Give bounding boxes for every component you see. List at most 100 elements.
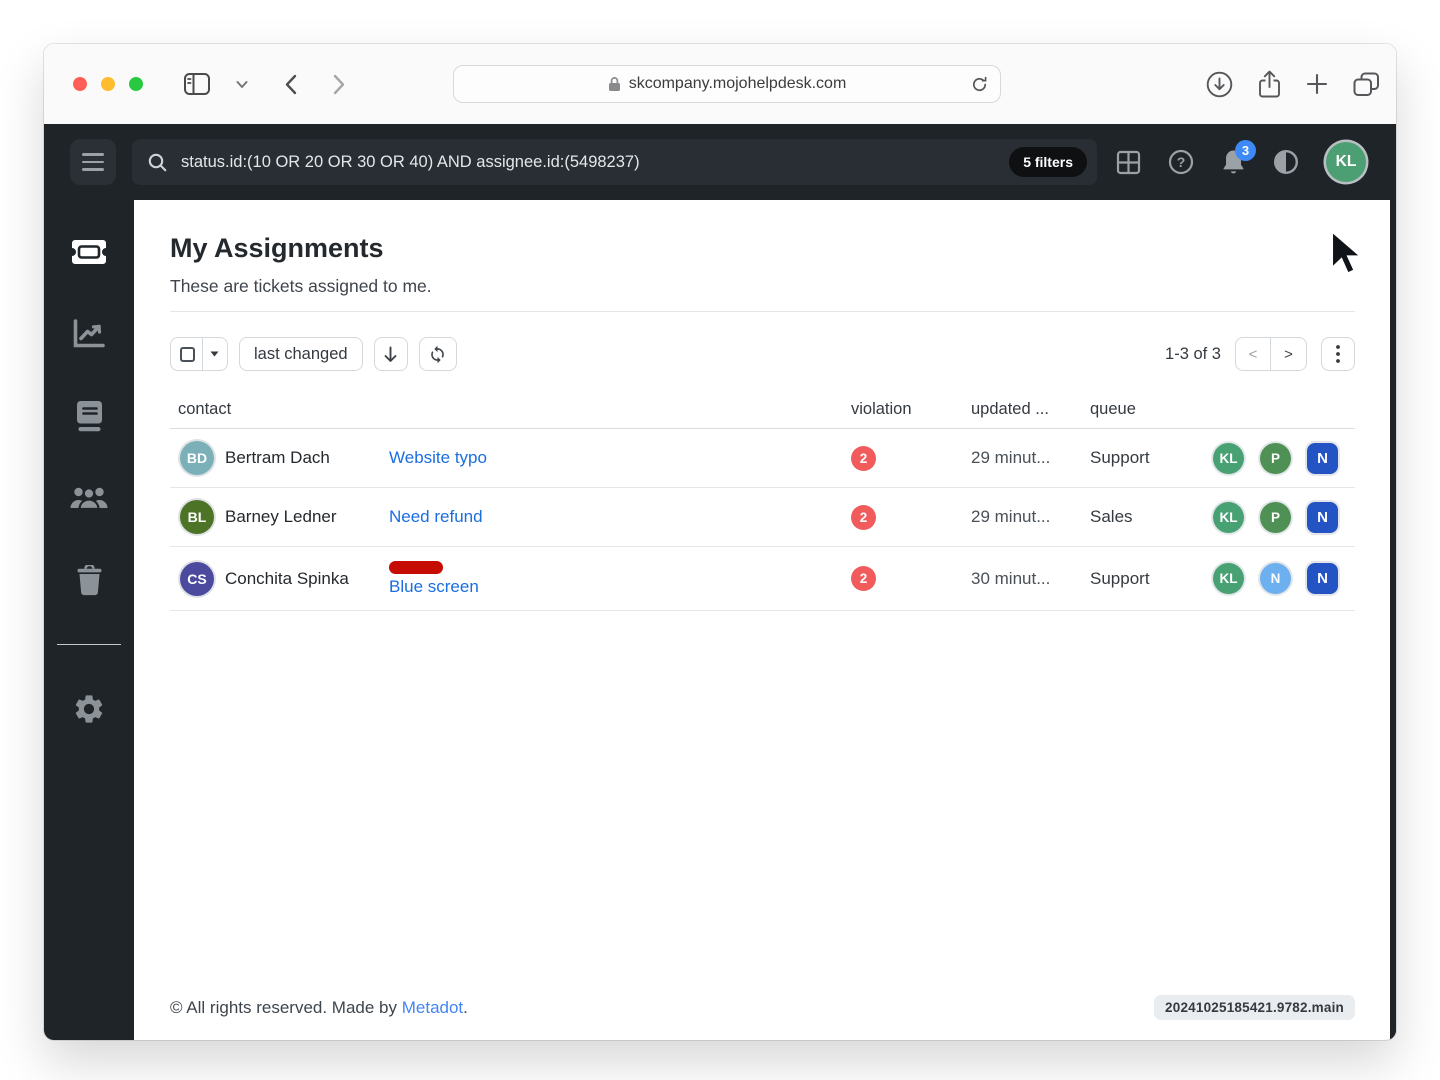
chevron-down-icon (236, 80, 248, 88)
ticket-subject-link[interactable]: Blue screen (389, 577, 479, 597)
assignee-badge: N (1307, 442, 1338, 474)
ticket-search-bar[interactable]: 5 filters (132, 139, 1097, 185)
page-subtitle: These are tickets assigned to me. (170, 276, 432, 296)
share-icon (1259, 70, 1280, 97)
assignee-badge: N (1307, 563, 1338, 594)
menu-button[interactable] (70, 139, 116, 185)
assignee-badge: P (1260, 442, 1291, 474)
assignee-badge: KL (1213, 563, 1244, 594)
assignee-badge: N (1260, 563, 1291, 594)
queue-name: Sales (1090, 507, 1133, 526)
column-header-queue[interactable]: queue (1086, 400, 1209, 419)
notifications-button[interactable]: 3 (1221, 139, 1256, 176)
reload-icon (972, 76, 987, 92)
browser-window: skcompany.mojohelpdesk.com status.id:(10… (44, 44, 1396, 1040)
contact-avatar: BL (180, 500, 214, 534)
queue-name: Support (1090, 568, 1150, 588)
browser-chrome: skcompany.mojohelpdesk.com (44, 44, 1396, 124)
menu-icon (82, 153, 104, 156)
tab-group-menu-button[interactable] (236, 80, 248, 89)
table-row[interactable]: CS Conchita Spinka Blue screen 2 30 minu… (170, 547, 1355, 611)
page-footer: © All rights reserved. Made by Metadot. … (170, 995, 1355, 1020)
column-header-violation[interactable]: violation (847, 400, 967, 419)
downloads-button[interactable] (1206, 71, 1233, 98)
version-badge: 20241025185421.9782.main (1154, 995, 1355, 1020)
pagination-range: 1-3 of 3 (1165, 344, 1221, 363)
sidebar-item-knowledge-base[interactable] (66, 393, 112, 439)
sidebar (44, 200, 134, 1040)
main-content: My Assignments These are tickets assigne… (134, 200, 1390, 1040)
close-window-button[interactable] (73, 77, 87, 91)
table-row[interactable]: BL Barney Ledner Need refund 2 29 minut.… (170, 488, 1355, 547)
select-all-checkbox[interactable] (179, 346, 195, 362)
help-icon: ? (1168, 149, 1194, 175)
page-title: My Assignments (170, 233, 384, 263)
notification-count-badge: 3 (1235, 139, 1256, 161)
minimize-window-button[interactable] (101, 77, 115, 91)
apps-grid-button[interactable] (1116, 150, 1141, 175)
sidebar-item-reports[interactable] (66, 311, 112, 357)
contact-name: Bertram Dach (225, 448, 330, 467)
new-tab-button[interactable] (1306, 73, 1328, 95)
refresh-button[interactable] (418, 337, 457, 371)
column-header-contact[interactable]: contact (170, 400, 847, 419)
table-row[interactable]: BD Bertram Dach Website typo 2 29 minut.… (170, 429, 1355, 488)
people-icon (70, 487, 108, 511)
address-bar[interactable]: skcompany.mojohelpdesk.com (453, 65, 1001, 103)
ticket-subject-link[interactable]: Need refund (389, 507, 483, 527)
tabs-overview-icon (1353, 72, 1379, 96)
zoom-window-button[interactable] (129, 77, 143, 91)
violation-badge: 2 (851, 504, 876, 530)
share-button[interactable] (1258, 70, 1281, 99)
user-avatar[interactable]: KL (1326, 142, 1366, 182)
next-page-button[interactable]: > (1271, 338, 1306, 370)
queue-name: Support (1090, 448, 1150, 467)
theme-contrast-button[interactable] (1273, 149, 1299, 175)
help-button[interactable]: ? (1168, 149, 1194, 175)
svg-text:?: ? (1177, 154, 1186, 170)
list-toolbar: last changed 1-3 of 3 < > (170, 337, 1355, 371)
red-label-tag (389, 560, 443, 574)
sidebar-toggle-button[interactable] (184, 73, 210, 95)
tickets-icon (72, 240, 106, 264)
select-all-split-button[interactable] (170, 337, 228, 371)
sidebar-item-trash[interactable] (66, 557, 112, 603)
violation-badge: 2 (851, 566, 876, 591)
gear-icon (75, 695, 103, 723)
chart-icon (73, 319, 105, 348)
search-input[interactable] (179, 151, 998, 173)
forward-icon (333, 74, 345, 94)
violation-badge: 2 (851, 445, 876, 471)
sort-direction-button[interactable] (373, 337, 408, 371)
sidebar-item-contacts[interactable] (66, 475, 112, 521)
arrow-down-icon (384, 346, 397, 362)
tabs-overview-button[interactable] (1353, 72, 1380, 97)
sidebar-item-tickets[interactable] (66, 229, 112, 275)
ticket-subject-link[interactable]: Website typo (389, 448, 487, 468)
download-icon (1206, 71, 1233, 97)
filters-badge[interactable]: 5 filters (1009, 147, 1087, 177)
app-topbar: 5 filters ? 3 KL (44, 124, 1396, 200)
previous-page-button[interactable]: < (1236, 338, 1271, 370)
reload-button[interactable] (971, 76, 988, 93)
copyright-text: © All rights reserved. Made by Metadot. (170, 997, 468, 1017)
metadot-link[interactable]: Metadot (402, 998, 463, 1017)
assignee-badge: KL (1213, 442, 1244, 474)
content-right-strip (1390, 200, 1396, 1040)
apps-grid-icon (1116, 150, 1141, 174)
column-header-updated[interactable]: updated ... (967, 400, 1086, 419)
sort-field-button[interactable]: last changed (239, 337, 363, 371)
sidebar-divider (57, 644, 121, 645)
assignee-badges: KL P N (1209, 501, 1355, 533)
sidebar-item-settings[interactable] (66, 686, 112, 732)
dropdown-caret-icon (210, 351, 219, 357)
updated-time: 29 minut... (971, 507, 1051, 526)
back-button[interactable] (284, 74, 297, 95)
forward-button[interactable] (333, 74, 346, 95)
pagination-controls: < > (1235, 337, 1307, 371)
more-options-button[interactable] (1321, 337, 1355, 371)
assignee-badge: N (1307, 501, 1338, 533)
header-divider (170, 311, 1355, 312)
contact-avatar: CS (180, 561, 214, 596)
trash-icon (77, 564, 101, 595)
